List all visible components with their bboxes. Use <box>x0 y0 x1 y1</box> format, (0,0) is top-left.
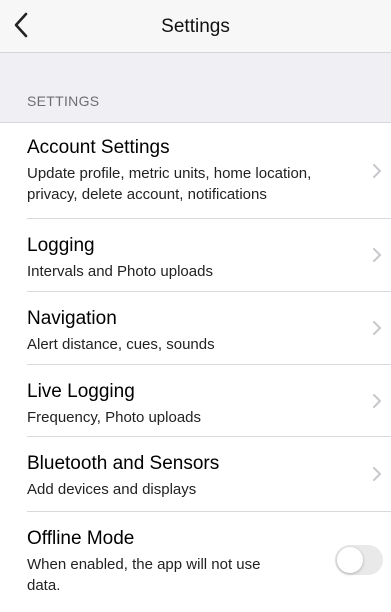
chevron-right-icon <box>373 393 381 408</box>
settings-item-subtitle: Update profile, metric units, home locat… <box>27 165 312 203</box>
chevron-right-icon <box>373 163 381 178</box>
chevron-right-icon <box>373 467 381 481</box>
settings-item-title: Live Logging <box>27 381 135 402</box>
chevron-right-icon <box>373 248 381 262</box>
settings-item-subtitle: Frequency, Photo uploads <box>27 409 202 426</box>
settings-item-title: Account Settings <box>27 137 170 158</box>
toggle-knob <box>337 547 363 573</box>
settings-item-account[interactable]: Account Settings Update profile, metric … <box>27 123 391 219</box>
chevron-right-icon <box>373 321 381 335</box>
section-header: SETTINGS <box>27 93 100 109</box>
settings-item-live-logging[interactable]: Live Logging Frequency, Photo uploads <box>27 365 391 437</box>
settings-item-subtitle: Intervals and Photo uploads <box>27 263 213 280</box>
settings-item-title: Navigation <box>27 308 117 329</box>
page-title: Settings <box>161 16 230 37</box>
settings-item-logging[interactable]: Logging Intervals and Photo uploads <box>27 219 391 292</box>
settings-item-offline-mode: Offline Mode When enabled, the app will … <box>27 512 391 612</box>
settings-item-subtitle: When enabled, the app will not use data. <box>27 556 261 594</box>
settings-item-bluetooth-sensors[interactable]: Bluetooth and Sensors Add devices and di… <box>27 437 391 512</box>
settings-item-title: Logging <box>27 235 95 256</box>
settings-item-title: Bluetooth and Sensors <box>27 453 220 474</box>
settings-item-title: Offline Mode <box>27 528 135 549</box>
settings-list: Account Settings Update profile, metric … <box>0 122 391 612</box>
settings-item-subtitle: Alert distance, cues, sounds <box>27 336 215 353</box>
settings-item-navigation[interactable]: Navigation Alert distance, cues, sounds <box>27 292 391 365</box>
offline-mode-toggle[interactable] <box>335 545 383 575</box>
settings-item-subtitle: Add devices and displays <box>27 481 197 498</box>
navigation-bar: Settings <box>0 0 391 53</box>
